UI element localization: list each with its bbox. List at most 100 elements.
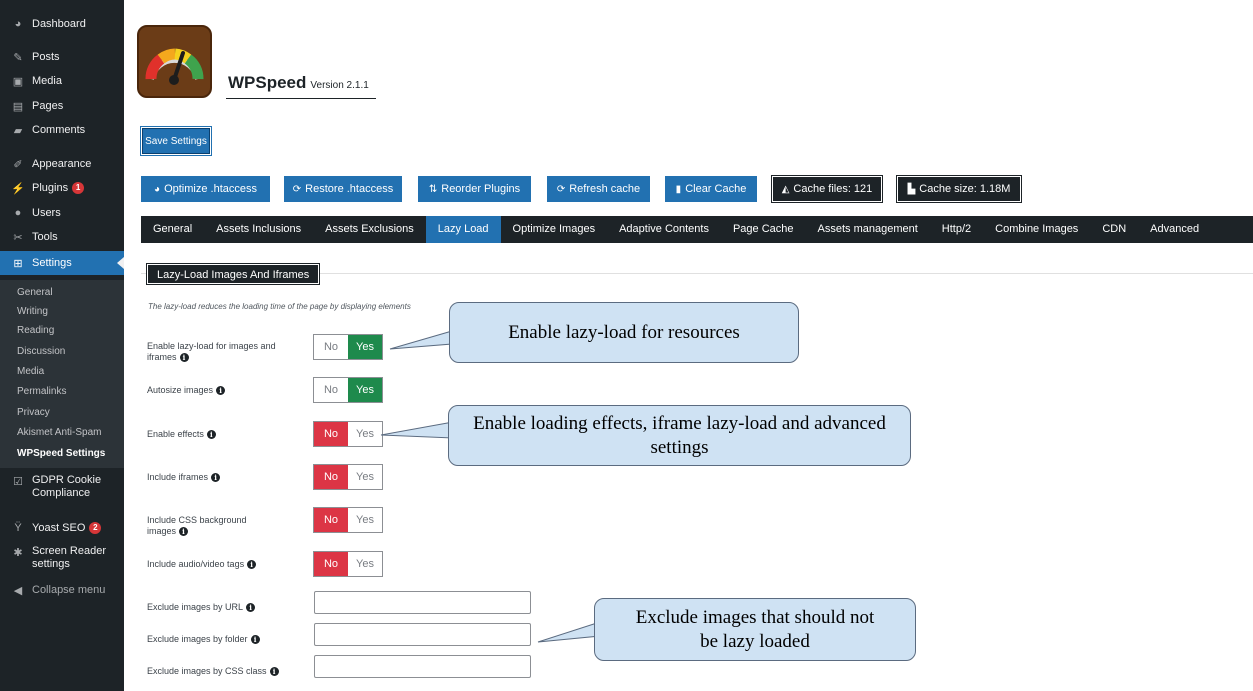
toggle-option-no[interactable]: No: [314, 335, 348, 359]
info-icon[interactable]: i: [246, 603, 256, 613]
submenu-item-writing[interactable]: Writing: [17, 303, 48, 321]
toggle-option-yes[interactable]: Yes: [348, 335, 382, 359]
submenu-item-reading[interactable]: Reading: [17, 322, 54, 340]
sidebar-item-media[interactable]: ▣ Media: [0, 70, 124, 92]
refresh-cache-button[interactable]: ⟳ Refresh cache: [547, 176, 650, 202]
sidebar-item-settings[interactable]: ⊞ Settings: [0, 251, 124, 275]
toggle-option-yes[interactable]: Yes: [348, 552, 382, 576]
toggle-audio-video-tags[interactable]: No Yes: [313, 551, 383, 577]
sidebar-item-label: Media: [32, 75, 62, 87]
sidebar-item-pages[interactable]: ▤ Pages: [0, 95, 124, 117]
exclude-images-url-input[interactable]: [314, 591, 531, 614]
toggle-option-yes[interactable]: Yes: [348, 378, 382, 402]
setting-label-text: Enable lazy-load for images and iframes: [147, 341, 276, 362]
tab-lazy-load[interactable]: Lazy Load: [425, 216, 501, 243]
restore-htaccess-button[interactable]: ⟳ Restore .htaccess: [284, 176, 402, 202]
info-icon[interactable]: i: [250, 635, 260, 645]
sidebar-item-plugins[interactable]: ⚡ Plugins 1: [0, 177, 124, 199]
sidebar-item-dashboard[interactable]: ◕ Dashboard: [0, 13, 124, 35]
yoast-count-badge: 2: [89, 522, 102, 534]
info-icon[interactable]: i: [179, 353, 189, 363]
sidebar-item-label: Plugins: [32, 182, 69, 194]
clear-cache-button[interactable]: ▮ Clear Cache: [665, 176, 757, 202]
button-label: Optimize .htaccess: [164, 183, 257, 195]
info-icon[interactable]: i: [206, 430, 216, 440]
tab-adaptive-contents[interactable]: Adaptive Contents: [607, 216, 721, 243]
wrench-icon: ✂: [13, 231, 23, 244]
submenu-item-general[interactable]: General: [17, 284, 53, 302]
info-icon[interactable]: i: [216, 386, 226, 396]
toggle-option-yes[interactable]: Yes: [348, 422, 382, 446]
info-icon[interactable]: i: [247, 560, 257, 570]
checkbox-icon: ☑: [13, 475, 23, 488]
brush-icon: ✐: [13, 158, 23, 171]
optimize-htaccess-button[interactable]: ◕ Optimize .htaccess: [141, 176, 270, 202]
toggle-include-iframes[interactable]: No Yes: [313, 464, 383, 490]
button-label: Cache size: 1.18M: [919, 183, 1011, 195]
plugin-icon: ⚡: [11, 182, 25, 195]
save-settings-button[interactable]: Save Settings: [140, 126, 212, 156]
sidebar-item-label: Yoast SEO: [32, 522, 86, 534]
exclude-images-css-class-input[interactable]: [314, 655, 531, 678]
sidebar-item-users[interactable]: ● Users: [0, 202, 124, 224]
callout-effects: Enable loading effects, iframe lazy-load…: [448, 405, 911, 466]
tab-general[interactable]: General: [141, 216, 204, 243]
toggle-option-yes[interactable]: Yes: [348, 465, 382, 489]
yoast-icon: Ÿ: [14, 522, 22, 534]
sidebar-item-posts[interactable]: ✎ Posts: [0, 46, 124, 68]
tab-http2[interactable]: Http/2: [930, 216, 983, 243]
tab-assets-exclusions[interactable]: Assets Exclusions: [313, 216, 426, 243]
tab-assets-inclusions[interactable]: Assets Inclusions: [204, 216, 313, 243]
sidebar-item-screen-reader[interactable]: ✱ Screen Reader settings: [0, 545, 124, 579]
info-icon[interactable]: i: [179, 527, 189, 537]
toggle-option-no[interactable]: No: [314, 422, 348, 446]
sidebar-item-yoast[interactable]: Ÿ Yoast SEO 2: [0, 517, 124, 539]
setting-label-text: Include audio/video tags: [147, 559, 245, 569]
toggle-option-no[interactable]: No: [314, 508, 348, 532]
submenu-item-akismet[interactable]: Akismet Anti-Spam: [17, 424, 101, 442]
toggle-option-no[interactable]: No: [314, 552, 348, 576]
submenu-item-discussion[interactable]: Discussion: [17, 343, 65, 361]
sidebar-item-gdpr[interactable]: ☑ GDPR Cookie Compliance: [0, 474, 124, 508]
submenu-item-privacy[interactable]: Privacy: [17, 404, 50, 422]
tab-combine-images[interactable]: Combine Images: [983, 216, 1090, 243]
callout-pointer: [389, 330, 453, 350]
exclude-images-folder-input[interactable]: [314, 623, 531, 646]
sidebar-item-collapse[interactable]: ◀ Collapse menu: [0, 579, 124, 601]
chart-area-icon: ◭: [781, 183, 790, 195]
tab-assets-management[interactable]: Assets management: [806, 216, 930, 243]
tab-page-cache[interactable]: Page Cache: [721, 216, 806, 243]
setting-label-text: Exclude images by URL: [147, 602, 244, 612]
toggle-option-yes[interactable]: Yes: [348, 508, 382, 532]
collapse-icon: ◀: [13, 584, 23, 597]
cache-size-badge: ▙ Cache size: 1.18M: [896, 175, 1022, 203]
submenu-item-media[interactable]: Media: [17, 363, 44, 381]
tab-optimize-images[interactable]: Optimize Images: [501, 216, 608, 243]
trash-icon: ▮: [675, 183, 682, 195]
tab-cdn[interactable]: CDN: [1090, 216, 1138, 243]
submenu-item-wpspeed-settings[interactable]: WPSpeed Settings: [17, 445, 105, 463]
info-icon[interactable]: i: [211, 473, 221, 483]
gear-icon: ✱: [13, 546, 23, 559]
sidebar-item-label: Tools: [32, 231, 58, 243]
reorder-plugins-button[interactable]: ⇅ Reorder Plugins: [418, 176, 531, 202]
refresh-icon: ⟳: [556, 183, 566, 195]
pages-icon: ▤: [12, 100, 24, 113]
button-label: Clear Cache: [685, 183, 747, 195]
toggle-option-no[interactable]: No: [314, 378, 348, 402]
refresh-icon: ⟳: [292, 183, 302, 195]
tab-advanced[interactable]: Advanced: [1138, 216, 1211, 243]
toggle-enable-lazyload[interactable]: No Yes: [313, 334, 383, 360]
app-title: WPSpeed Version 2.1.1: [228, 73, 369, 93]
toggle-css-background-images[interactable]: No Yes: [313, 507, 383, 533]
info-icon[interactable]: i: [269, 667, 279, 677]
toggle-enable-effects[interactable]: No Yes: [313, 421, 383, 447]
toggle-option-no[interactable]: No: [314, 465, 348, 489]
toggle-autosize-images[interactable]: No Yes: [313, 377, 383, 403]
sidebar-item-appearance[interactable]: ✐ Appearance: [0, 153, 124, 175]
sidebar-item-tools[interactable]: ✂ Tools: [0, 226, 124, 248]
submenu-item-permalinks[interactable]: Permalinks: [17, 383, 66, 401]
sidebar-item-comments[interactable]: ▰ Comments: [0, 119, 124, 141]
callout-pointer: [537, 621, 601, 643]
setting-label-exclude-css-class: Exclude images by CSS class i: [147, 666, 297, 677]
